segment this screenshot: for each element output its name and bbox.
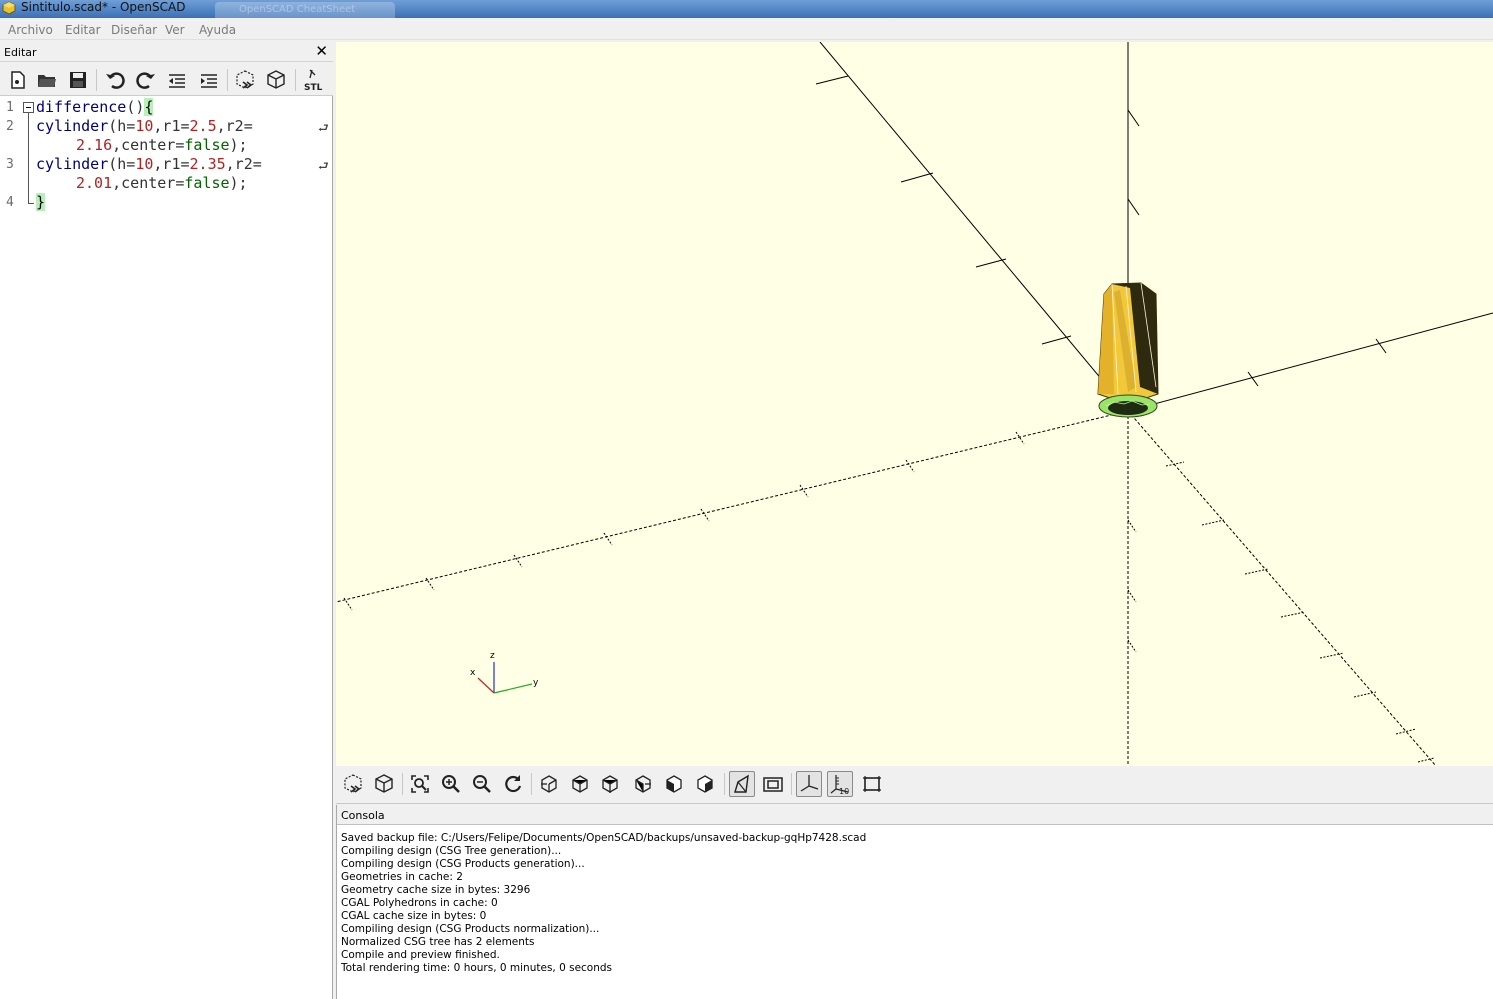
menu-ver[interactable]: Ver xyxy=(165,23,185,37)
model-frustum[interactable] xyxy=(1097,282,1159,418)
window-title: Sintitulo.scad* - OpenSCAD xyxy=(21,0,186,14)
axis-indicator-x-label: x xyxy=(470,668,476,678)
toolbar-separator xyxy=(227,69,228,91)
line-number: 3 xyxy=(6,157,14,172)
view-all-icon[interactable] xyxy=(407,771,433,797)
console-title: Consola xyxy=(341,809,385,822)
editor-toolbar: STL xyxy=(0,62,333,96)
zoom-in-icon[interactable] xyxy=(438,771,464,797)
console-line: CGAL cache size in bytes: 0 xyxy=(341,910,487,922)
menu-disenar[interactable]: Diseñar xyxy=(111,23,157,37)
openscad-logo-icon xyxy=(2,1,16,15)
console-panel: Consola Saved backup file: C:/Users/Feli… xyxy=(336,805,1493,999)
code-editor[interactable]: 1 2 3 4 difference(){ cylinder(h=10,r1=2… xyxy=(0,97,332,999)
fold-toggle-icon[interactable] xyxy=(23,102,34,113)
new-file-icon[interactable] xyxy=(5,68,29,92)
y-axis-negative xyxy=(336,410,1129,603)
wrap-indicator-icon: ⮐ xyxy=(318,121,329,135)
code-line-3-wrap: 2.01,center=false); xyxy=(76,174,248,192)
view-right-icon[interactable] xyxy=(536,771,562,797)
view-back-icon[interactable] xyxy=(692,771,718,797)
title-bar: Sintitulo.scad* - OpenSCAD OpenSCAD Chea… xyxy=(0,0,1493,18)
line-number: 1 xyxy=(6,100,14,115)
view-front-icon[interactable] xyxy=(661,771,687,797)
axis-indicator-z-label: z xyxy=(490,651,495,661)
console-line: Saved backup file: C:/Users/Felipe/Docum… xyxy=(341,832,867,844)
toolbar-separator xyxy=(791,773,792,795)
axis-indicator-y-label: y xyxy=(533,678,539,688)
editor-header: Editar ✕ xyxy=(0,42,333,62)
svg-text:STL: STL xyxy=(304,83,323,92)
zoom-out-icon[interactable] xyxy=(469,771,495,797)
axis-indicator: z y x xyxy=(470,651,539,694)
console-line: Compiling design (CSG Products generatio… xyxy=(341,858,585,870)
editor-panel: Editar ✕ STL 1 2 3 4 difference(){cylin… xyxy=(0,42,333,999)
open-file-icon[interactable] xyxy=(35,68,59,92)
show-edges-icon[interactable] xyxy=(859,771,885,797)
editor-title: Editar xyxy=(4,46,37,59)
code-line-3: cylinder(h=10,r1=2.35,r2= xyxy=(36,155,262,173)
view-bottom-icon[interactable] xyxy=(597,771,623,797)
toolbar-separator xyxy=(295,69,296,91)
console-output[interactable]: Saved backup file: C:/Users/Felipe/Docum… xyxy=(341,832,866,975)
wrap-indicator-icon: ⮐ xyxy=(318,159,329,173)
fold-end xyxy=(28,203,34,204)
show-scale-icon[interactable]: 10 xyxy=(827,771,853,797)
close-icon[interactable]: ✕ xyxy=(315,42,328,60)
orthogonal-icon[interactable] xyxy=(760,771,786,797)
preview-icon[interactable] xyxy=(340,771,366,797)
svg-text:10: 10 xyxy=(839,787,849,796)
line-number: 2 xyxy=(6,119,14,134)
save-icon[interactable] xyxy=(66,68,90,92)
console-line: CGAL Polyhedrons in cache: 0 xyxy=(341,897,498,909)
console-line: Compiling design (CSG Tree generation)..… xyxy=(341,845,562,857)
toolbar-separator xyxy=(531,773,532,795)
reset-view-icon[interactable] xyxy=(500,771,526,797)
line-number-gutter: 1 2 3 4 xyxy=(0,97,22,999)
view-left-icon[interactable] xyxy=(630,771,656,797)
code-line-1: difference(){ xyxy=(36,98,154,116)
x-axis-ticks xyxy=(815,75,1072,345)
console-line: Geometry cache size in bytes: 3296 xyxy=(341,884,531,896)
undo-icon[interactable] xyxy=(103,68,127,92)
menu-ayuda[interactable]: Ayuda xyxy=(199,23,236,37)
console-header: Consola xyxy=(337,805,1493,825)
fold-line xyxy=(28,113,29,203)
render-icon[interactable] xyxy=(264,68,288,92)
code-line-2: cylinder(h=10,r1=2.5,r2= xyxy=(36,117,253,135)
console-line: Normalized CSG tree has 2 elements xyxy=(341,936,535,948)
toolbar-separator xyxy=(724,773,725,795)
console-line: Compile and preview finished. xyxy=(341,949,500,961)
console-line: Total rendering time: 0 hours, 0 minutes… xyxy=(341,962,613,974)
z-axis-ticks xyxy=(1127,109,1140,305)
view-top-icon[interactable] xyxy=(567,771,593,797)
line-number: 4 xyxy=(6,195,14,210)
y-axis-positive xyxy=(1127,312,1493,412)
show-axes-icon[interactable] xyxy=(796,771,822,797)
console-line: Geometries in cache: 2 xyxy=(341,871,463,883)
view-toolbar: 10 xyxy=(336,766,1493,804)
perspective-icon[interactable] xyxy=(729,771,755,797)
x-axis-positive xyxy=(819,42,1129,412)
redo-icon[interactable] xyxy=(134,68,158,92)
unindent-icon[interactable] xyxy=(165,68,189,92)
preview-icon[interactable] xyxy=(233,68,257,92)
menu-archivo[interactable]: Archivo xyxy=(8,23,53,37)
export-stl-icon[interactable]: STL xyxy=(302,68,326,93)
toolbar-separator xyxy=(96,69,97,91)
code-line-2-wrap: 2.16,center=false); xyxy=(76,136,248,154)
viewport-scene[interactable]: z y x xyxy=(336,42,1493,766)
3d-viewport[interactable]: z y x xyxy=(336,42,1493,766)
indent-icon[interactable] xyxy=(197,68,221,92)
negative-axis-ticks xyxy=(343,431,1435,763)
toolbar-separator xyxy=(402,773,403,795)
code-line-4: } xyxy=(36,193,46,211)
render-icon[interactable] xyxy=(371,771,397,797)
background-tab[interactable]: OpenSCAD CheatSheet xyxy=(215,2,395,18)
menu-bar: Archivo Editar Diseñar Ver Ayuda xyxy=(0,20,1493,40)
menu-editar[interactable]: Editar xyxy=(65,23,101,37)
console-line: Compiling design (CSG Products normaliza… xyxy=(341,923,600,935)
y-axis-ticks xyxy=(1247,338,1387,387)
